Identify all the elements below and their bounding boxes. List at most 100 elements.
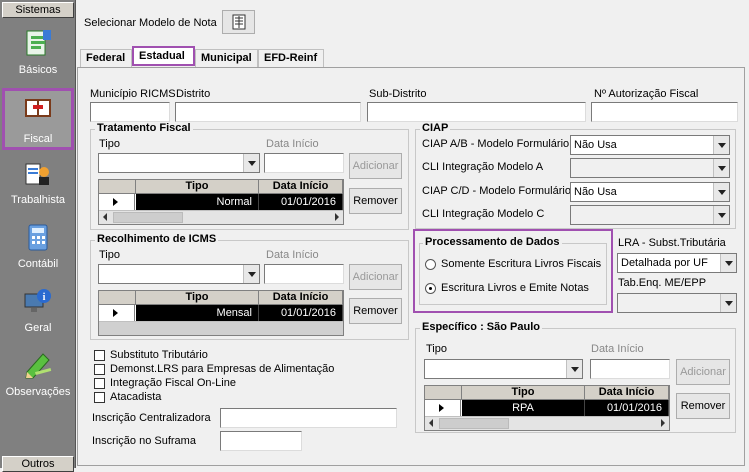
recolhimento-tipo-select[interactable] xyxy=(98,264,260,284)
chevron-down-icon xyxy=(720,254,736,272)
grid-scrollbar[interactable] xyxy=(99,210,343,224)
row-indicator-icon xyxy=(99,305,135,321)
tratamento-tipo-select[interactable] xyxy=(98,153,260,173)
inscricao-centralizadora-input[interactable] xyxy=(220,408,397,428)
grid-corner xyxy=(99,180,136,194)
tab-efd-reinf[interactable]: EFD-Reinf xyxy=(258,49,324,67)
especifico-add-button[interactable]: Adicionar xyxy=(676,359,730,385)
cli-a-select[interactable] xyxy=(570,158,730,178)
select-model-button[interactable] xyxy=(222,10,255,34)
inscricao-centralizadora-label: Inscrição Centralizadora xyxy=(92,412,211,424)
table-row-data[interactable]: 01/01/2016 xyxy=(585,400,669,416)
table-row-tipo[interactable]: Mensal xyxy=(136,305,259,321)
subdistrito-input[interactable] xyxy=(367,102,586,122)
cli-a-label: CLI Integração Modelo A xyxy=(422,161,544,173)
col-data: Data Início xyxy=(259,291,343,305)
integracao-label: Integração Fiscal On-Line xyxy=(110,377,236,389)
tratamento-data-input[interactable] xyxy=(264,153,344,173)
tab-federal[interactable]: Federal xyxy=(80,49,132,67)
municipio-input[interactable] xyxy=(90,102,170,122)
table-row-data[interactable]: 01/01/2016 xyxy=(259,305,343,321)
svg-text:i: i xyxy=(43,292,46,303)
sidebar-item-trabalhista[interactable]: Trabalhista xyxy=(2,154,74,214)
recolhimento-tipo-label: Tipo xyxy=(99,249,120,261)
sidebar-header-outros[interactable]: Outros xyxy=(2,456,74,472)
cli-c-select[interactable] xyxy=(570,205,730,225)
calculator-icon xyxy=(28,224,48,251)
ciap-cd-select[interactable]: Não Usa xyxy=(570,182,730,202)
book-icon xyxy=(25,99,51,117)
especifico-remove-button[interactable]: Remover xyxy=(676,393,730,419)
tratamento-fiscal-group: Tratamento Fiscal Tipo Data Início Adici… xyxy=(90,122,409,230)
inscricao-suframa-label: Inscrição no Suframa xyxy=(92,435,196,447)
sidebar-item-observacoes[interactable]: Observações xyxy=(2,346,74,406)
autorizacao-label: Nº Autorização Fiscal xyxy=(594,88,699,100)
atacadista-label: Atacadista xyxy=(110,391,162,403)
chevron-down-icon xyxy=(713,206,729,224)
col-data: Data Início xyxy=(585,386,669,400)
especifico-data-label: Data Início xyxy=(591,343,644,355)
worker-icon xyxy=(25,163,49,185)
chevron-down-icon xyxy=(720,294,736,312)
recolhimento-data-input[interactable] xyxy=(264,264,344,284)
especifico-data-input[interactable] xyxy=(590,359,670,379)
grid-scrollbar[interactable] xyxy=(99,321,343,335)
sidebar-item-label: Trabalhista xyxy=(10,194,65,206)
sidebar-item-fiscal[interactable]: Fiscal xyxy=(2,88,74,150)
inscricao-suframa-input[interactable] xyxy=(220,431,302,451)
atacadista-checkbox[interactable] xyxy=(94,392,105,403)
sidebar-item-basicos[interactable]: Básicos xyxy=(2,24,74,84)
chevron-down-icon xyxy=(713,183,729,201)
demonst-checkbox[interactable] xyxy=(94,364,105,375)
tab-enq-label: Tab.Enq. ME/EPP xyxy=(618,277,707,289)
processamento-group: Processamento de Dados Somente Escritura… xyxy=(419,236,607,305)
col-tipo: Tipo xyxy=(136,180,259,194)
tab-estadual[interactable]: Estadual xyxy=(132,46,195,66)
grid-corner xyxy=(99,291,136,305)
table-row-data[interactable]: 01/01/2016 xyxy=(259,194,343,210)
tratamento-data-label: Data Início xyxy=(266,138,319,150)
grid-scrollbar[interactable] xyxy=(425,416,669,430)
autorizacao-input[interactable] xyxy=(591,102,738,122)
distrito-input[interactable] xyxy=(175,102,361,122)
sidebar-item-geral[interactable]: i Geral xyxy=(2,282,74,342)
row-indicator-icon xyxy=(99,194,135,210)
sidebar-item-label: Geral xyxy=(24,322,52,334)
integracao-checkbox[interactable] xyxy=(94,378,105,389)
tratamento-add-button[interactable]: Adicionar xyxy=(349,153,402,179)
especifico-tipo-select[interactable] xyxy=(424,359,583,379)
sidebar-item-label: Fiscal xyxy=(23,133,53,145)
sidebar-header-sistemas[interactable]: Sistemas xyxy=(2,2,74,18)
substituto-label: Substituto Tributário xyxy=(110,349,208,361)
col-tipo: Tipo xyxy=(462,386,585,400)
main-panel: Selecionar Modelo de Nota Federal Estadu… xyxy=(77,0,749,468)
recolhimento-remove-button[interactable]: Remover xyxy=(349,298,402,324)
table-row-tipo[interactable]: Normal xyxy=(136,194,259,210)
recolhimento-group: Recolhimento de ICMS Tipo Data Início Ad… xyxy=(90,233,409,340)
substituto-checkbox[interactable] xyxy=(94,350,105,361)
document-icon xyxy=(26,30,51,56)
somente-escritura-radio[interactable] xyxy=(425,259,436,270)
ciap-ab-value: Não Usa xyxy=(574,139,617,151)
recolhimento-grid[interactable]: Tipo Data Início Mensal 01/01/2016 xyxy=(98,290,344,336)
info-computer-icon: i xyxy=(24,289,51,312)
tab-municipal[interactable]: Municipal xyxy=(195,49,258,67)
sidebar-item-label: Contábil xyxy=(17,258,59,270)
escritura-emite-radio[interactable] xyxy=(425,283,436,294)
col-data: Data Início xyxy=(259,180,343,194)
table-row-tipo[interactable]: RPA xyxy=(462,400,585,416)
distrito-label: Distrito xyxy=(176,88,211,100)
especifico-grid[interactable]: Tipo Data Início RPA 01/01/2016 xyxy=(424,385,670,431)
tab-enq-select[interactable] xyxy=(617,293,737,313)
recolhimento-add-button[interactable]: Adicionar xyxy=(349,264,402,290)
lra-select[interactable]: Detalhada por UF xyxy=(617,253,737,273)
sidebar-item-label: Observações xyxy=(5,386,71,398)
lra-label: LRA - Subst.Tributária xyxy=(618,237,726,249)
sidebar-item-contabil[interactable]: Contábil xyxy=(2,218,74,278)
ciap-group: CIAP CIAP A/B - Modelo Formulário Não Us… xyxy=(415,122,736,229)
table-icon xyxy=(232,14,245,30)
ciap-ab-select[interactable]: Não Usa xyxy=(570,135,730,155)
tratamento-grid[interactable]: Tipo Data Início Normal 01/01/2016 xyxy=(98,179,344,225)
escritura-emite-label: Escritura Livros e Emite Notas xyxy=(441,282,589,294)
tratamento-remove-button[interactable]: Remover xyxy=(349,188,402,214)
